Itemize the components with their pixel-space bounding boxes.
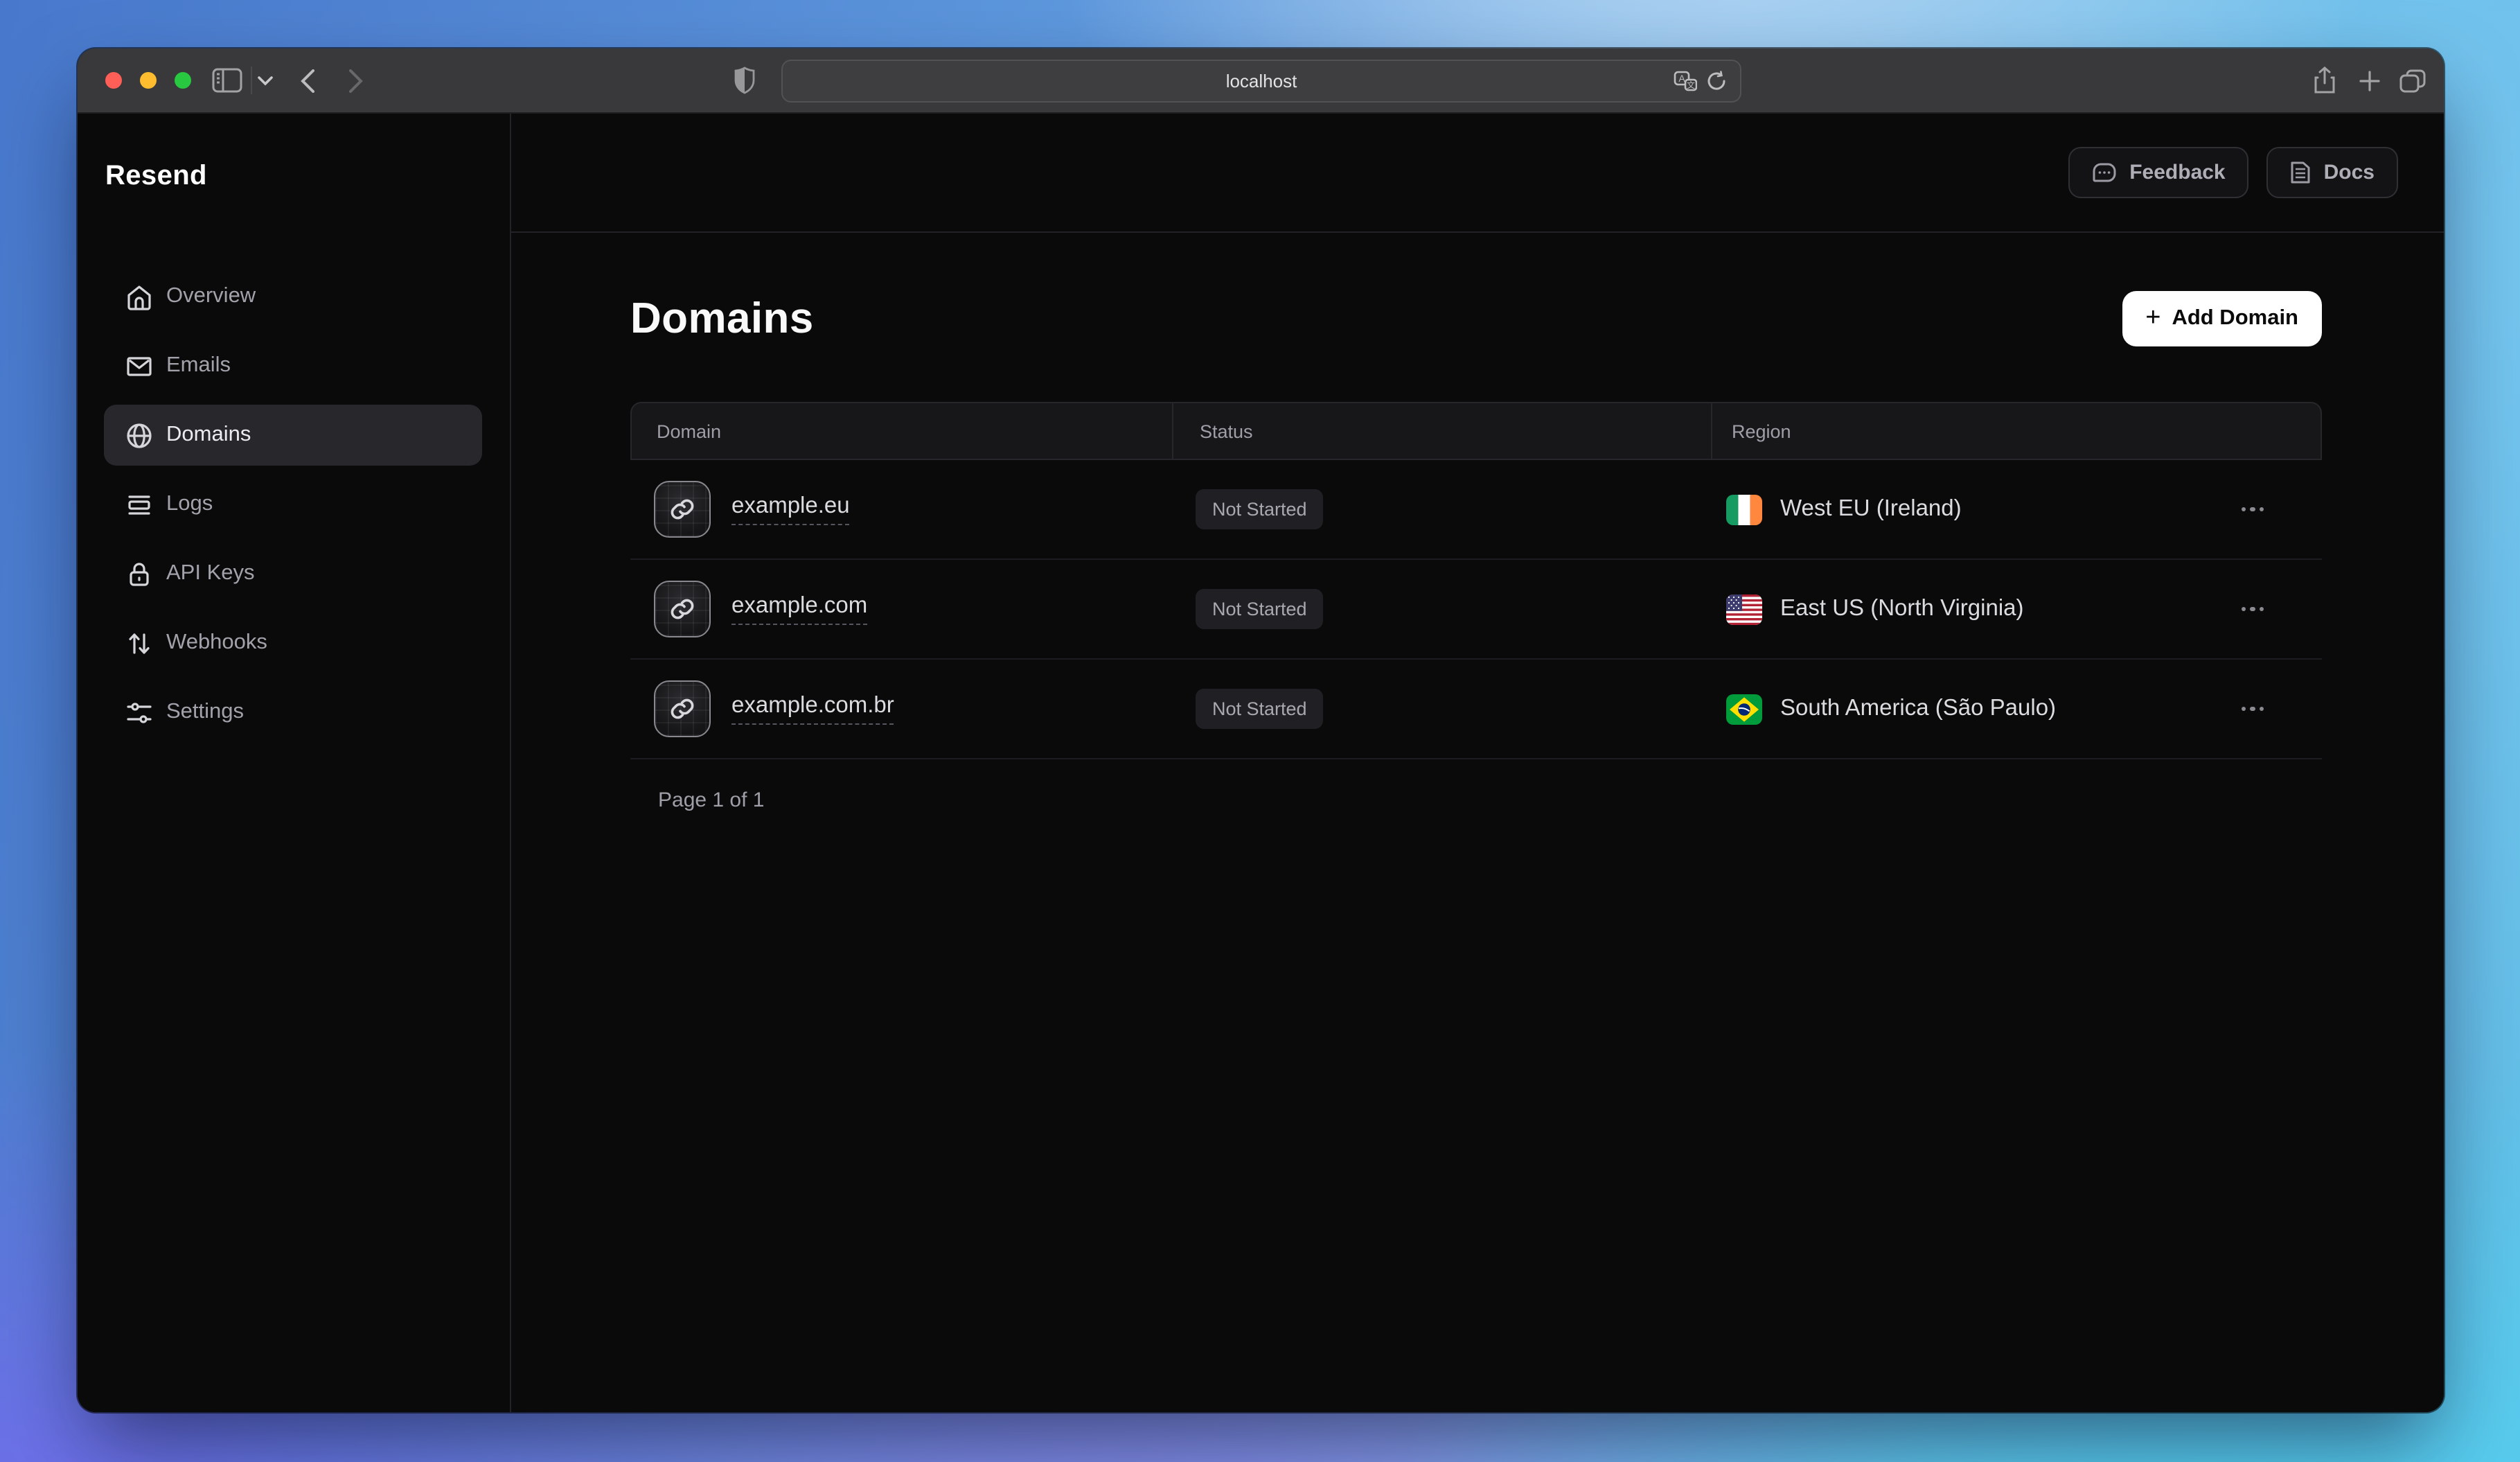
sidebar-item-api-keys[interactable]: API Keys: [104, 543, 482, 604]
sliders-icon: [125, 698, 152, 726]
zoom-window-button[interactable]: [175, 72, 191, 89]
pagination-status: Page 1 of 1: [630, 789, 2322, 812]
browser-window: localhost A 文: [78, 49, 2444, 1412]
new-tab-icon[interactable]: [2355, 49, 2383, 112]
sidebar-item-label: Domains: [166, 423, 251, 448]
domain-name-link[interactable]: example.com: [731, 593, 867, 625]
sidebar-item-label: Webhooks: [166, 631, 267, 655]
row-actions-button[interactable]: [2241, 707, 2264, 712]
sidebar-item-label: Overview: [166, 284, 256, 309]
sidebar-item-label: Settings: [166, 700, 244, 725]
plus-icon: +: [2145, 304, 2160, 331]
share-icon[interactable]: [2311, 49, 2339, 112]
sidebar-item-logs[interactable]: Logs: [104, 474, 482, 535]
ireland-flag-icon: [1726, 494, 1762, 525]
add-domain-button[interactable]: + Add Domain: [2122, 291, 2322, 346]
docs-button[interactable]: Docs: [2267, 147, 2398, 198]
document-icon: [2291, 161, 2312, 184]
status-badge: Not Started: [1196, 589, 1324, 629]
feedback-button[interactable]: Feedback: [2068, 147, 2248, 198]
arrows-up-down-icon: [125, 629, 152, 657]
region-label: West EU (Ireland): [1780, 496, 1962, 522]
column-header-status: Status: [1173, 403, 1712, 459]
globe-icon: [125, 421, 152, 449]
status-badge: Not Started: [1196, 489, 1324, 529]
sidebar-item-domains[interactable]: Domains: [104, 405, 482, 466]
brazil-flag-icon: [1726, 694, 1762, 724]
region-label: South America (São Paulo): [1780, 696, 2056, 722]
main-area: Feedback Docs Domains + Add Dom: [511, 114, 2444, 1412]
sidebar-toggle-icon[interactable]: [209, 49, 245, 112]
column-header-domain: Domain: [632, 403, 1173, 459]
row-actions-button[interactable]: [2241, 607, 2264, 612]
united-states-flag-icon: [1726, 594, 1762, 624]
docs-button-label: Docs: [2324, 161, 2375, 184]
translate-icon[interactable]: A 文: [1674, 71, 1697, 91]
add-domain-label: Add Domain: [2172, 306, 2298, 331]
domain-name-link[interactable]: example.eu: [731, 493, 850, 525]
domain-link-icon[interactable]: [654, 680, 711, 737]
domain-link-icon[interactable]: [654, 481, 711, 538]
resend-logo: Resend: [105, 161, 510, 193]
table-row: example.eu Not Started West EU (Ireland): [630, 460, 2322, 560]
speech-bubble-icon: [2092, 161, 2117, 184]
table-header: Domain Status Region: [630, 402, 2322, 460]
feedback-button-label: Feedback: [2129, 161, 2225, 184]
chevron-down-icon[interactable]: [255, 49, 274, 112]
sidebar-item-label: Logs: [166, 492, 213, 517]
region-label: East US (North Virginia): [1780, 596, 2024, 622]
desktop-background: localhost A 文: [0, 0, 2520, 1462]
tab-overview-icon[interactable]: [2397, 49, 2427, 112]
status-badge: Not Started: [1196, 689, 1324, 729]
address-bar-url: localhost: [1226, 71, 1297, 91]
row-actions-button[interactable]: [2241, 507, 2264, 512]
svg-text:文: 文: [1687, 80, 1695, 90]
sidebar-item-label: API Keys: [166, 561, 255, 586]
address-bar[interactable]: localhost A 文: [781, 60, 1741, 103]
domains-page: Domains + Add Domain Domain Status Regio…: [511, 233, 2444, 812]
browser-toolbar: localhost A 文: [78, 49, 2444, 114]
sidebar-item-emails[interactable]: Emails: [104, 335, 482, 396]
toolbar-divider: [251, 67, 252, 94]
mail-icon: [125, 352, 152, 380]
reload-icon[interactable]: [1707, 71, 1726, 91]
privacy-shield-icon[interactable]: [731, 49, 756, 112]
minimize-window-button[interactable]: [140, 72, 157, 89]
sidebar: Resend Overview Emails: [78, 114, 511, 1412]
table-row: example.com Not Started East U: [630, 560, 2322, 660]
table-row: example.com.br Not Started Sou: [630, 660, 2322, 759]
domain-name-link[interactable]: example.com.br: [731, 693, 894, 725]
close-window-button[interactable]: [105, 72, 122, 89]
logs-icon: [125, 491, 152, 518]
back-button[interactable]: [295, 49, 320, 112]
app-root: Resend Overview Emails: [78, 114, 2444, 1412]
main-header: Feedback Docs: [511, 114, 2444, 233]
column-header-region: Region: [1712, 403, 2321, 459]
sidebar-item-webhooks[interactable]: Webhooks: [104, 613, 482, 673]
sidebar-nav: Overview Emails Domains: [78, 266, 510, 743]
sidebar-item-overview[interactable]: Overview: [104, 266, 482, 327]
domain-link-icon[interactable]: [654, 581, 711, 637]
lock-icon: [125, 560, 152, 588]
sidebar-item-settings[interactable]: Settings: [104, 682, 482, 743]
forward-button[interactable]: [344, 49, 369, 112]
home-icon: [125, 283, 152, 310]
page-title: Domains: [630, 294, 814, 344]
domains-table: Domain Status Region example.eu: [630, 402, 2322, 759]
sidebar-item-label: Emails: [166, 353, 231, 378]
